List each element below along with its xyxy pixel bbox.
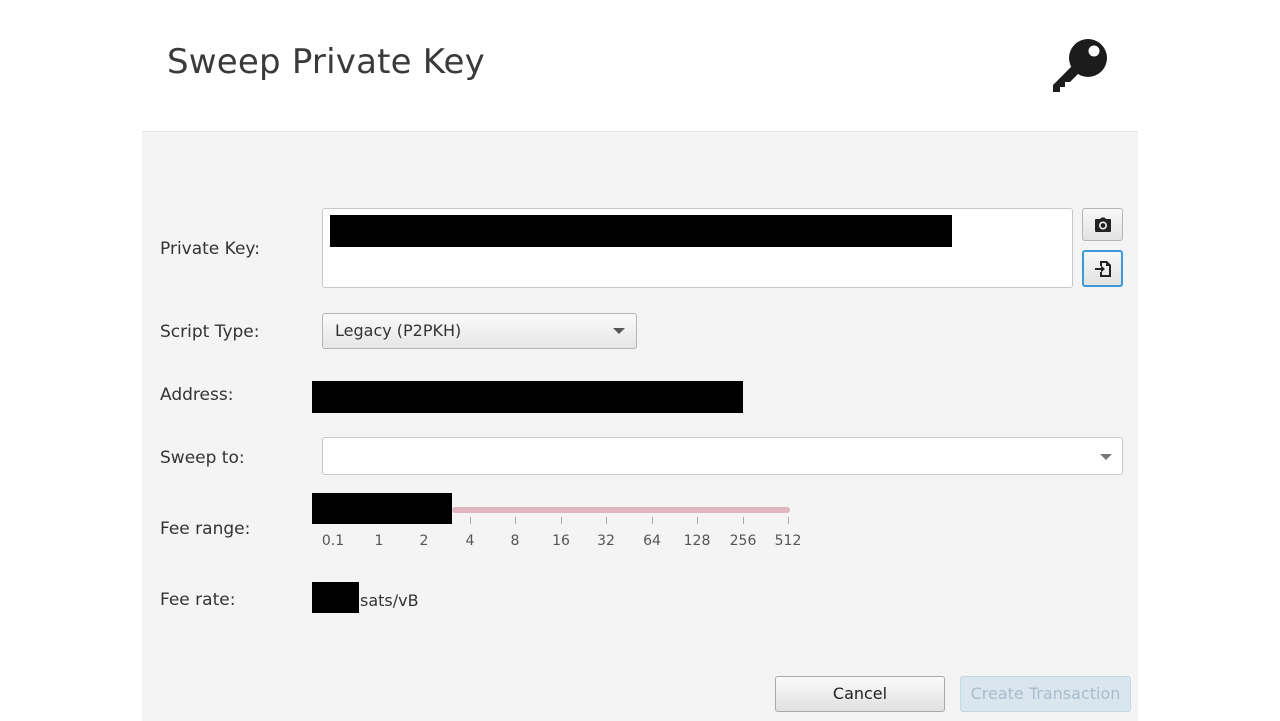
script-type-dropdown[interactable]: Legacy (P2PKH) [322, 313, 637, 349]
fee-range-tick-label: 4 [465, 533, 475, 549]
address-redacted-value [312, 381, 743, 413]
fee-range-tick [606, 517, 607, 524]
fee-range-tick-label: 1 [374, 533, 384, 549]
fee-range-tick-label: 32 [597, 533, 615, 549]
fee-range-tick-label: 8 [510, 533, 520, 549]
fee-range-tick [697, 517, 698, 524]
fee-range-tick [561, 517, 562, 524]
fee-rate-redacted-value [312, 582, 359, 613]
address-label: Address: [160, 385, 234, 405]
chevron-down-icon [1100, 454, 1112, 460]
fee-range-tick [515, 517, 516, 524]
fee-range-label: Fee range: [160, 519, 251, 539]
private-key-label: Private Key: [160, 239, 260, 259]
fee-range-tick-label: 2 [419, 533, 429, 549]
fee-range-tick-label: 16 [552, 533, 570, 549]
fee-range-tick [470, 517, 471, 524]
fee-range-tick-label: 512 [774, 533, 802, 549]
create-transaction-button[interactable]: Create Transaction [960, 676, 1131, 712]
fee-range-slider[interactable] [452, 507, 790, 513]
fee-rate-label: Fee rate: [160, 590, 236, 610]
fee-range-tick-label: 128 [683, 533, 711, 549]
scan-qr-button[interactable] [1082, 208, 1123, 241]
fee-range-tick [788, 517, 789, 524]
fee-range-tick-label: 256 [729, 533, 757, 549]
fee-range-tick [652, 517, 653, 524]
camera-icon [1094, 217, 1111, 232]
sweep-to-label: Sweep to: [160, 448, 245, 468]
sweep-to-wallet-dropdown[interactable] [322, 437, 1123, 475]
script-type-label: Script Type: [160, 322, 260, 342]
import-key-file-button[interactable] [1082, 250, 1123, 287]
chevron-down-icon [613, 328, 625, 334]
fee-range-tick-label: 0.1 [321, 533, 345, 549]
fee-range-tick [743, 517, 744, 524]
private-key-redacted-value [330, 215, 952, 247]
script-type-selected-value: Legacy (P2PKH) [335, 321, 462, 340]
file-import-icon [1094, 260, 1111, 277]
key-icon [1053, 39, 1107, 92]
fee-range-tick-label: 64 [643, 533, 661, 549]
fee-range-redacted-region [312, 493, 452, 524]
fee-rate-unit: sats/vB [360, 591, 419, 610]
dialog-title: Sweep Private Key [167, 42, 485, 82]
cancel-button[interactable]: Cancel [775, 676, 945, 712]
